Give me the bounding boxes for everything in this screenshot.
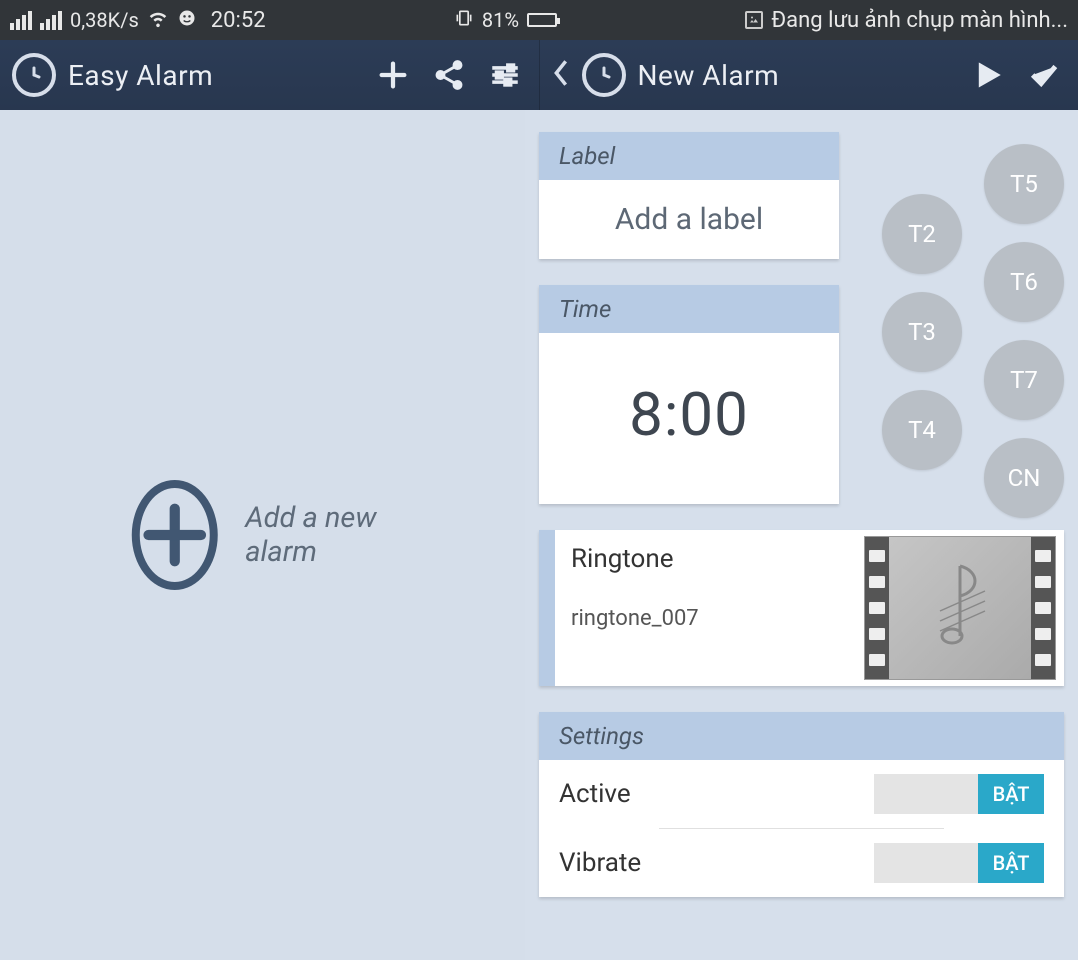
battery-icon	[527, 13, 557, 27]
battery-percent: 81%	[482, 8, 519, 32]
add-button[interactable]	[371, 53, 415, 97]
app-title-right: New Alarm	[638, 59, 780, 92]
settings-section-header: Settings	[539, 712, 1064, 760]
statusbar-center: 81%	[272, 8, 740, 33]
statusbar-time: 20:52	[211, 8, 266, 33]
vibrate-label: Vibrate	[559, 848, 874, 878]
confirm-button[interactable]	[1022, 53, 1066, 97]
signal-icon-1	[10, 11, 32, 30]
clock-icon	[12, 53, 56, 97]
music-note-icon	[925, 556, 995, 660]
appbar-right: New Alarm	[540, 40, 1078, 110]
day-t5[interactable]: T5	[984, 144, 1064, 224]
signal-icon-2	[40, 11, 62, 30]
ringtone-title: Ringtone	[571, 544, 848, 574]
day-t3[interactable]: T3	[882, 292, 962, 372]
alarm-list-panel: Add a new alarm	[0, 110, 525, 960]
vibrate-icon	[454, 8, 474, 33]
label-input[interactable]: Add a label	[539, 180, 839, 259]
active-label: Active	[559, 779, 874, 809]
ringtone-thumbnail	[864, 536, 1056, 680]
empty-state-label: Add a new alarm	[245, 501, 394, 569]
ringtone-name: ringtone_007	[571, 606, 848, 631]
app-title-left: Easy Alarm	[68, 59, 213, 92]
play-button[interactable]	[966, 53, 1010, 97]
time-picker[interactable]: 8:00	[539, 333, 839, 504]
day-t7[interactable]: T7	[984, 340, 1064, 420]
day-t2[interactable]: T2	[882, 194, 962, 274]
statusbar: 0,38K/s 20:52 81% Đang lưu ảnh chụp màn …	[0, 0, 1078, 40]
wifi-icon	[147, 7, 169, 34]
add-new-alarm-button[interactable]	[131, 480, 217, 590]
day-t6[interactable]: T6	[984, 242, 1064, 322]
data-rate: 0,38K/s	[70, 8, 139, 32]
screenshot-icon	[745, 11, 763, 29]
time-section-header: Time	[539, 285, 839, 333]
back-button[interactable]	[552, 59, 570, 91]
label-section-header: Label	[539, 132, 839, 180]
day-t4[interactable]: T4	[882, 390, 962, 470]
day-selector: T2 T3 T4 T5 T6 T7 CN	[872, 134, 1072, 534]
debug-icon	[177, 8, 197, 33]
active-toggle[interactable]: BẬT	[874, 774, 1044, 814]
screenshot-msg: Đang lưu ảnh chụp màn hình...	[771, 8, 1068, 33]
settings-sliders-button[interactable]	[483, 53, 527, 97]
appbar-left: Easy Alarm	[0, 40, 540, 110]
ringtone-accent	[539, 530, 555, 686]
day-cn[interactable]: CN	[984, 438, 1064, 518]
statusbar-left: 0,38K/s 20:52	[10, 7, 266, 34]
vibrate-toggle[interactable]: BẬT	[874, 843, 1044, 883]
statusbar-right: Đang lưu ảnh chụp màn hình...	[745, 8, 1068, 33]
time-card: Time 8:00	[539, 285, 839, 504]
ringtone-card[interactable]: Ringtone ringtone_007	[539, 530, 1064, 686]
label-card: Label Add a label	[539, 132, 839, 259]
clock-icon-right	[582, 53, 626, 97]
share-button[interactable]	[427, 53, 471, 97]
alarm-editor-panel: Label Add a label Time 8:00 Ringtone rin…	[525, 110, 1078, 960]
settings-card: Settings Active BẬT Vibrate BẬT	[539, 712, 1064, 897]
